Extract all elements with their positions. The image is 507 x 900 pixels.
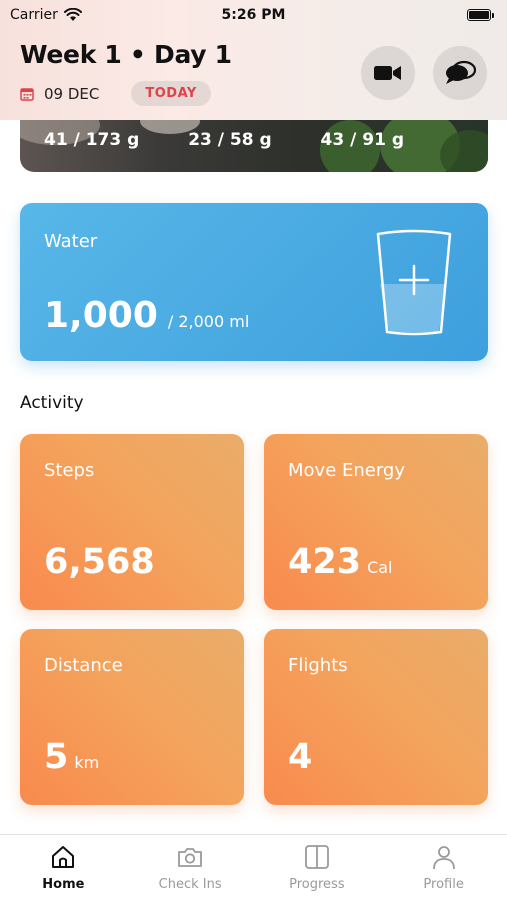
protein-value: 41 / 173 g [44,130,140,150]
macro-values: 41 / 173 g 23 / 58 g 43 / 91 g [44,130,464,150]
carrier-label: Carrier [10,7,58,23]
tab-profile[interactable]: Profile [389,843,499,892]
move-energy-value: 423 [288,542,362,582]
tab-home[interactable]: Home [8,843,118,892]
distance-value: 5 [44,737,69,777]
steps-card[interactable]: Steps 6,568 [20,434,244,610]
flights-card[interactable]: Flights 4 [264,629,488,805]
water-label: Water [44,231,98,252]
tab-progress-label: Progress [289,877,345,892]
tab-profile-label: Profile [423,877,464,892]
current-date[interactable]: 09 DEC [44,85,99,103]
calendar-icon [20,87,34,101]
home-icon [52,846,75,868]
water-value: 1,000 [44,295,158,336]
steps-label: Steps [44,460,95,481]
camera-icon [178,848,203,867]
video-camera-icon [374,66,401,80]
tab-check-ins[interactable]: Check Ins [135,843,245,892]
water-goal: / 2,000 ml [167,312,250,331]
video-call-button[interactable] [361,46,415,100]
header-actions [361,46,487,100]
flights-value: 4 [288,737,313,777]
split-panel-icon [304,845,329,869]
tab-check-ins-label: Check Ins [158,877,222,892]
distance-card[interactable]: Distance 5 km [20,629,244,805]
distance-label: Distance [44,655,123,676]
water-card[interactable]: Water 1,000 / 2,000 ml [20,203,488,361]
fat-value: 43 / 91 g [320,130,404,150]
page-header: Week 1 • Day 1 09 DEC TODAY [20,40,487,106]
distance-unit: km [74,753,100,772]
tab-home-label: Home [42,877,85,892]
person-icon [432,846,455,870]
wifi-icon [63,8,82,21]
flights-label: Flights [288,655,348,676]
move-energy-unit: Cal [367,558,393,577]
today-button[interactable]: TODAY [131,81,211,106]
tab-bar: Home Check Ins Progress Profile [0,834,507,900]
chat-button[interactable] [433,46,487,100]
status-bar: Carrier 5:26 PM [0,0,507,30]
activity-section-title: Activity [20,393,84,413]
steps-value: 6,568 [44,542,155,582]
water-value-row: 1,000 / 2,000 ml [44,295,249,336]
home-screen: Carrier 5:26 PM 41 / 173 g 23 / 58 g 43 … [0,0,507,900]
move-energy-label: Move Energy [288,460,406,481]
move-energy-card[interactable]: Move Energy 423 Cal [264,434,488,610]
chat-bubbles-icon [446,60,476,84]
add-water-glass-icon[interactable] [375,228,453,338]
carbs-value: 23 / 58 g [188,130,272,150]
battery-icon [467,9,495,22]
tab-progress[interactable]: Progress [262,843,372,892]
